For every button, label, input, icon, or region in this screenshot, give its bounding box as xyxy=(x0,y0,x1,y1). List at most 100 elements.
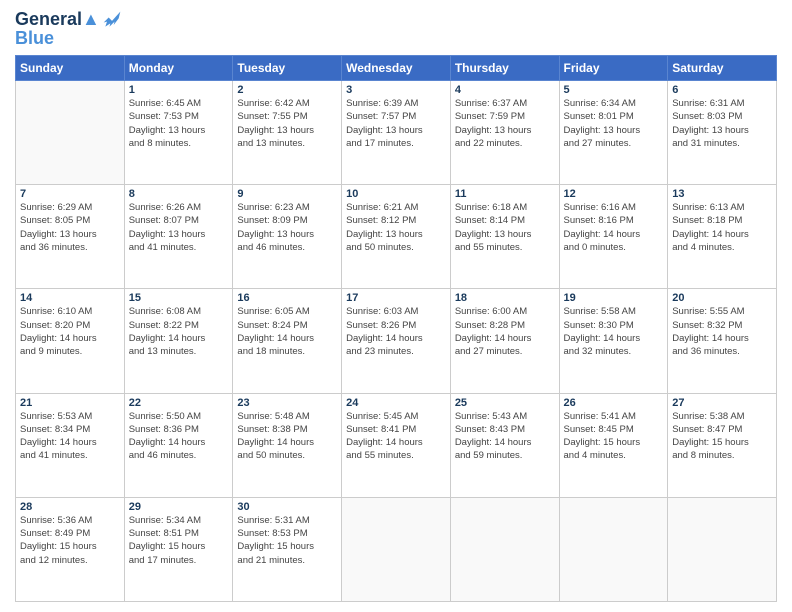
day-number: 21 xyxy=(20,397,120,409)
calendar-cell: 10Sunrise: 6:21 AM Sunset: 8:12 PM Dayli… xyxy=(342,185,451,289)
calendar-cell: 26Sunrise: 5:41 AM Sunset: 8:45 PM Dayli… xyxy=(559,393,668,497)
day-info: Sunrise: 5:36 AM Sunset: 8:49 PM Dayligh… xyxy=(20,514,120,567)
logo-blue: Blue xyxy=(15,28,122,49)
day-info: Sunrise: 6:03 AM Sunset: 8:26 PM Dayligh… xyxy=(346,305,446,358)
day-info: Sunrise: 6:45 AM Sunset: 7:53 PM Dayligh… xyxy=(129,97,229,150)
calendar-cell: 23Sunrise: 5:48 AM Sunset: 8:38 PM Dayli… xyxy=(233,393,342,497)
page: General▲ Blue SundayMondayTuesdayWednesd… xyxy=(0,0,792,612)
day-header-tuesday: Tuesday xyxy=(233,56,342,81)
day-info: Sunrise: 6:13 AM Sunset: 8:18 PM Dayligh… xyxy=(672,201,772,254)
day-number: 23 xyxy=(237,397,337,409)
calendar-header-row: SundayMondayTuesdayWednesdayThursdayFrid… xyxy=(16,56,777,81)
calendar-cell: 19Sunrise: 5:58 AM Sunset: 8:30 PM Dayli… xyxy=(559,289,668,393)
day-info: Sunrise: 6:00 AM Sunset: 8:28 PM Dayligh… xyxy=(455,305,555,358)
day-number: 1 xyxy=(129,84,229,96)
day-info: Sunrise: 6:08 AM Sunset: 8:22 PM Dayligh… xyxy=(129,305,229,358)
day-info: Sunrise: 6:18 AM Sunset: 8:14 PM Dayligh… xyxy=(455,201,555,254)
calendar-cell: 2Sunrise: 6:42 AM Sunset: 7:55 PM Daylig… xyxy=(233,81,342,185)
day-number: 10 xyxy=(346,188,446,200)
logo-bird-icon xyxy=(102,10,122,30)
day-number: 16 xyxy=(237,292,337,304)
day-info: Sunrise: 6:31 AM Sunset: 8:03 PM Dayligh… xyxy=(672,97,772,150)
day-info: Sunrise: 6:16 AM Sunset: 8:16 PM Dayligh… xyxy=(564,201,664,254)
week-row-5: 28Sunrise: 5:36 AM Sunset: 8:49 PM Dayli… xyxy=(16,497,777,601)
day-info: Sunrise: 6:34 AM Sunset: 8:01 PM Dayligh… xyxy=(564,97,664,150)
day-info: Sunrise: 5:43 AM Sunset: 8:43 PM Dayligh… xyxy=(455,410,555,463)
day-number: 9 xyxy=(237,188,337,200)
day-number: 6 xyxy=(672,84,772,96)
logo-text: General▲ xyxy=(15,10,100,30)
calendar-cell: 16Sunrise: 6:05 AM Sunset: 8:24 PM Dayli… xyxy=(233,289,342,393)
calendar-cell xyxy=(450,497,559,601)
week-row-3: 14Sunrise: 6:10 AM Sunset: 8:20 PM Dayli… xyxy=(16,289,777,393)
day-number: 7 xyxy=(20,188,120,200)
week-row-1: 1Sunrise: 6:45 AM Sunset: 7:53 PM Daylig… xyxy=(16,81,777,185)
calendar-cell: 30Sunrise: 5:31 AM Sunset: 8:53 PM Dayli… xyxy=(233,497,342,601)
calendar-cell: 24Sunrise: 5:45 AM Sunset: 8:41 PM Dayli… xyxy=(342,393,451,497)
calendar-cell xyxy=(16,81,125,185)
logo: General▲ Blue xyxy=(15,10,122,49)
day-info: Sunrise: 6:37 AM Sunset: 7:59 PM Dayligh… xyxy=(455,97,555,150)
day-info: Sunrise: 5:53 AM Sunset: 8:34 PM Dayligh… xyxy=(20,410,120,463)
day-number: 13 xyxy=(672,188,772,200)
day-number: 11 xyxy=(455,188,555,200)
day-number: 22 xyxy=(129,397,229,409)
calendar-cell: 17Sunrise: 6:03 AM Sunset: 8:26 PM Dayli… xyxy=(342,289,451,393)
calendar-cell: 14Sunrise: 6:10 AM Sunset: 8:20 PM Dayli… xyxy=(16,289,125,393)
day-header-monday: Monday xyxy=(124,56,233,81)
calendar-cell: 4Sunrise: 6:37 AM Sunset: 7:59 PM Daylig… xyxy=(450,81,559,185)
day-number: 12 xyxy=(564,188,664,200)
day-number: 20 xyxy=(672,292,772,304)
calendar-cell: 22Sunrise: 5:50 AM Sunset: 8:36 PM Dayli… xyxy=(124,393,233,497)
day-number: 3 xyxy=(346,84,446,96)
header: General▲ Blue xyxy=(15,10,777,49)
day-number: 27 xyxy=(672,397,772,409)
calendar-cell: 29Sunrise: 5:34 AM Sunset: 8:51 PM Dayli… xyxy=(124,497,233,601)
calendar-table: SundayMondayTuesdayWednesdayThursdayFrid… xyxy=(15,55,777,602)
day-number: 15 xyxy=(129,292,229,304)
calendar-cell: 21Sunrise: 5:53 AM Sunset: 8:34 PM Dayli… xyxy=(16,393,125,497)
day-number: 30 xyxy=(237,501,337,513)
day-header-wednesday: Wednesday xyxy=(342,56,451,81)
calendar-cell: 27Sunrise: 5:38 AM Sunset: 8:47 PM Dayli… xyxy=(668,393,777,497)
day-info: Sunrise: 5:38 AM Sunset: 8:47 PM Dayligh… xyxy=(672,410,772,463)
day-info: Sunrise: 5:48 AM Sunset: 8:38 PM Dayligh… xyxy=(237,410,337,463)
day-info: Sunrise: 5:50 AM Sunset: 8:36 PM Dayligh… xyxy=(129,410,229,463)
calendar-cell xyxy=(342,497,451,601)
calendar-cell: 9Sunrise: 6:23 AM Sunset: 8:09 PM Daylig… xyxy=(233,185,342,289)
calendar-cell: 25Sunrise: 5:43 AM Sunset: 8:43 PM Dayli… xyxy=(450,393,559,497)
calendar-cell xyxy=(559,497,668,601)
calendar-cell: 1Sunrise: 6:45 AM Sunset: 7:53 PM Daylig… xyxy=(124,81,233,185)
calendar-cell xyxy=(668,497,777,601)
calendar-cell: 8Sunrise: 6:26 AM Sunset: 8:07 PM Daylig… xyxy=(124,185,233,289)
day-number: 17 xyxy=(346,292,446,304)
day-info: Sunrise: 5:58 AM Sunset: 8:30 PM Dayligh… xyxy=(564,305,664,358)
day-number: 26 xyxy=(564,397,664,409)
day-info: Sunrise: 5:41 AM Sunset: 8:45 PM Dayligh… xyxy=(564,410,664,463)
day-info: Sunrise: 6:10 AM Sunset: 8:20 PM Dayligh… xyxy=(20,305,120,358)
week-row-2: 7Sunrise: 6:29 AM Sunset: 8:05 PM Daylig… xyxy=(16,185,777,289)
calendar-cell: 20Sunrise: 5:55 AM Sunset: 8:32 PM Dayli… xyxy=(668,289,777,393)
day-info: Sunrise: 6:39 AM Sunset: 7:57 PM Dayligh… xyxy=(346,97,446,150)
day-info: Sunrise: 5:45 AM Sunset: 8:41 PM Dayligh… xyxy=(346,410,446,463)
day-header-saturday: Saturday xyxy=(668,56,777,81)
day-number: 8 xyxy=(129,188,229,200)
calendar-cell: 11Sunrise: 6:18 AM Sunset: 8:14 PM Dayli… xyxy=(450,185,559,289)
calendar-cell: 6Sunrise: 6:31 AM Sunset: 8:03 PM Daylig… xyxy=(668,81,777,185)
calendar-cell: 18Sunrise: 6:00 AM Sunset: 8:28 PM Dayli… xyxy=(450,289,559,393)
day-info: Sunrise: 6:29 AM Sunset: 8:05 PM Dayligh… xyxy=(20,201,120,254)
calendar-cell: 3Sunrise: 6:39 AM Sunset: 7:57 PM Daylig… xyxy=(342,81,451,185)
day-info: Sunrise: 5:31 AM Sunset: 8:53 PM Dayligh… xyxy=(237,514,337,567)
day-info: Sunrise: 6:21 AM Sunset: 8:12 PM Dayligh… xyxy=(346,201,446,254)
calendar-cell: 7Sunrise: 6:29 AM Sunset: 8:05 PM Daylig… xyxy=(16,185,125,289)
day-info: Sunrise: 6:23 AM Sunset: 8:09 PM Dayligh… xyxy=(237,201,337,254)
day-number: 25 xyxy=(455,397,555,409)
day-number: 2 xyxy=(237,84,337,96)
calendar-cell: 28Sunrise: 5:36 AM Sunset: 8:49 PM Dayli… xyxy=(16,497,125,601)
day-info: Sunrise: 5:55 AM Sunset: 8:32 PM Dayligh… xyxy=(672,305,772,358)
day-number: 28 xyxy=(20,501,120,513)
calendar-cell: 5Sunrise: 6:34 AM Sunset: 8:01 PM Daylig… xyxy=(559,81,668,185)
day-number: 4 xyxy=(455,84,555,96)
day-info: Sunrise: 6:42 AM Sunset: 7:55 PM Dayligh… xyxy=(237,97,337,150)
day-number: 24 xyxy=(346,397,446,409)
